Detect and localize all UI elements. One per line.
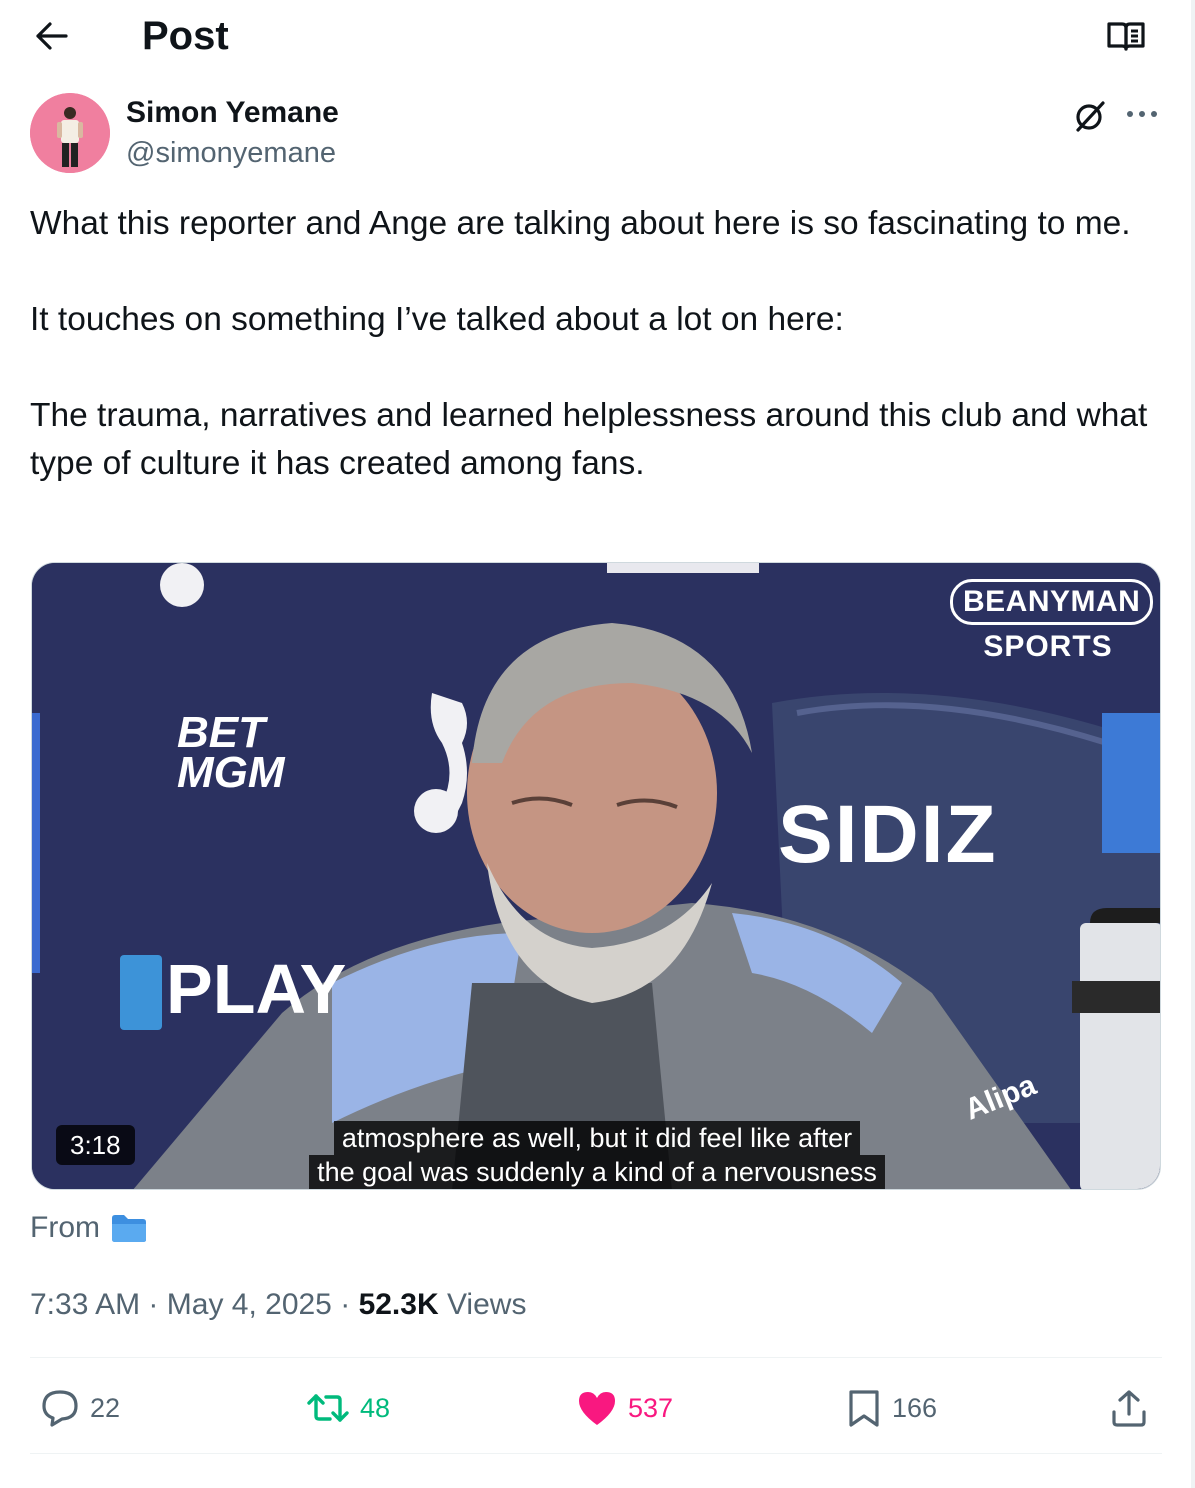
back-button[interactable] xyxy=(28,12,76,60)
sponsor-betmgm-line-2: MGM xyxy=(177,748,285,797)
video-player[interactable]: BEANYMAN SPORTS BET MGM PLAY SIDIZ Alipa… xyxy=(31,562,1161,1190)
video-caption-line-1-wrap: atmosphere as well, but it did feel like… xyxy=(32,1121,1160,1155)
sponsor-sidiz: SIDIZ xyxy=(778,789,998,880)
timestamp-line: 7:33 AM · May 4, 2025 · 52.3K Views xyxy=(30,1285,526,1325)
avatar[interactable] xyxy=(30,93,110,173)
action-bar: 22 48 537 166 xyxy=(30,1380,1162,1436)
like-button[interactable]: 537 xyxy=(576,1380,673,1436)
post-time[interactable]: 7:33 AM xyxy=(30,1288,140,1321)
more-options-button[interactable] xyxy=(1120,94,1164,134)
scroll-edge xyxy=(1191,0,1195,1488)
grok-button[interactable] xyxy=(1068,94,1112,138)
reply-icon xyxy=(42,1390,78,1427)
divider xyxy=(30,1357,1162,1358)
repost-count: 48 xyxy=(360,1392,391,1423)
video-caption-line-1: atmosphere as well, but it did feel like… xyxy=(333,1121,861,1155)
video-caption-line-2-wrap: the goal was suddenly a kind of a nervou… xyxy=(32,1155,1160,1189)
repost-icon xyxy=(307,1394,349,1422)
sponsor-betmgm: BET MGM xyxy=(177,708,285,797)
share-icon xyxy=(1112,1390,1146,1427)
avatar-person-icon xyxy=(30,93,110,173)
video-watermark: BEANYMAN SPORTS xyxy=(950,579,1154,669)
divider xyxy=(30,1453,1162,1454)
bookmark-count: 166 xyxy=(892,1392,938,1423)
like-count: 537 xyxy=(628,1392,674,1423)
author-display-name[interactable]: Simon Yemane xyxy=(126,96,339,130)
bookmark-button[interactable]: 166 xyxy=(846,1380,937,1436)
reply-button[interactable]: 22 xyxy=(40,1380,120,1436)
tweet-paragraph: The trauma, narratives and learned helpl… xyxy=(30,397,1148,482)
author-handle[interactable]: @simonyemane xyxy=(126,136,336,170)
video-caption-line-2: the goal was suddenly a kind of a nervou… xyxy=(309,1155,885,1189)
sponsor-play: PLAY xyxy=(166,950,347,1028)
bookmark-icon xyxy=(849,1390,879,1427)
reader-mode-button[interactable] xyxy=(1102,14,1150,58)
post-date[interactable]: May 4, 2025 xyxy=(167,1288,332,1321)
watermark-line-2: SPORTS xyxy=(983,630,1113,663)
tweet-paragraph: What this reporter and Ange are talking … xyxy=(30,205,1131,242)
views-count: 52.3K xyxy=(358,1288,439,1321)
open-book-icon xyxy=(1107,22,1145,51)
source-line[interactable]: From xyxy=(30,1208,148,1248)
heart-icon xyxy=(579,1392,615,1425)
share-button[interactable] xyxy=(1110,1380,1148,1436)
top-bar: Post xyxy=(0,0,1190,72)
back-arrow-icon xyxy=(36,22,68,50)
post-page: Post Simon Yemane @simonyemane What this… xyxy=(0,0,1195,1488)
views-label: Views xyxy=(446,1288,527,1321)
folder-icon xyxy=(112,1215,146,1242)
tweet-paragraph: It touches on something I’ve talked abou… xyxy=(30,301,844,338)
repost-button[interactable]: 48 xyxy=(306,1380,390,1436)
watermark-line-1: BEANYMAN xyxy=(950,579,1154,625)
grok-icon xyxy=(1076,101,1105,132)
reply-count: 22 xyxy=(90,1392,121,1423)
sponsor-betmgm-line-1: BET xyxy=(177,708,265,757)
page-title: Post xyxy=(142,14,229,58)
separator: · xyxy=(148,1288,159,1321)
more-dots-icon xyxy=(1127,111,1157,117)
source-label: From xyxy=(30,1211,100,1244)
separator: · xyxy=(340,1288,351,1321)
tweet-text: What this reporter and Ange are talking … xyxy=(30,200,1160,488)
